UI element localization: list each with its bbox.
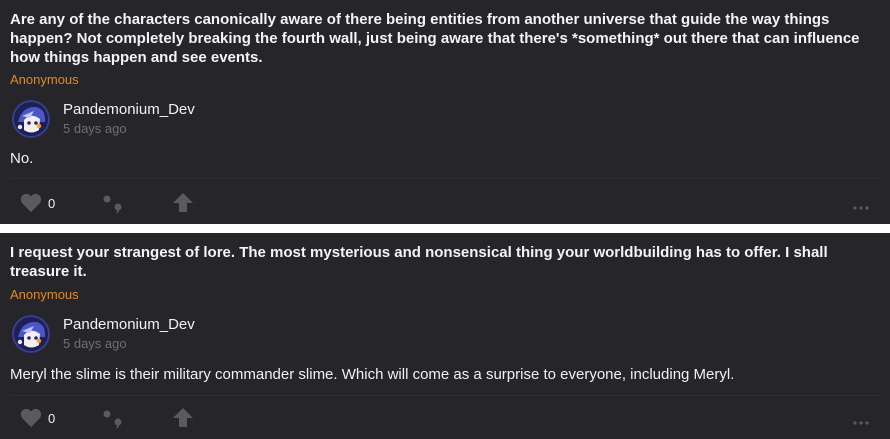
anime-character-avatar-icon [12, 315, 50, 353]
divider [10, 178, 880, 179]
quote-button[interactable] [102, 409, 124, 434]
question-card: I request your strangest of lore. The mo… [0, 233, 890, 439]
like-button[interactable]: 0 [20, 193, 55, 213]
author-avatar[interactable] [12, 315, 50, 353]
more-dots-icon [853, 421, 869, 425]
question-card: Are any of the characters canonically aw… [0, 0, 890, 224]
action-bar: 0 [0, 192, 890, 216]
share-arrow-icon [173, 408, 193, 427]
author-name[interactable]: Pandemonium_Dev [63, 101, 195, 118]
question-text: Are any of the characters canonically aw… [10, 11, 860, 66]
answer-text: Meryl the slime is their military comman… [10, 366, 735, 383]
author-name[interactable]: Pandemonium_Dev [63, 316, 195, 333]
asker-name: Anonymous [10, 72, 79, 87]
post-timestamp: 5 days ago [63, 121, 127, 136]
more-options-button[interactable] [852, 198, 870, 216]
heart-icon [20, 193, 42, 213]
action-bar: 0 [0, 407, 890, 431]
like-button[interactable]: 0 [20, 408, 55, 428]
answer-text: No. [10, 150, 34, 167]
quote-icon [103, 410, 122, 429]
share-button[interactable] [172, 407, 194, 434]
divider [10, 395, 880, 396]
author-avatar[interactable] [12, 100, 50, 138]
asker-name: Anonymous [10, 287, 79, 302]
quote-button[interactable] [102, 194, 124, 219]
share-arrow-icon [173, 193, 193, 212]
like-count: 0 [48, 195, 56, 211]
share-button[interactable] [172, 192, 194, 219]
more-dots-icon [853, 206, 869, 210]
anime-character-avatar-icon [12, 100, 50, 138]
post-timestamp: 5 days ago [63, 336, 127, 351]
heart-icon [20, 408, 42, 428]
like-count: 0 [48, 410, 56, 426]
question-text: I request your strangest of lore. The mo… [10, 244, 828, 280]
quote-icon [103, 195, 122, 214]
more-options-button[interactable] [852, 413, 870, 431]
